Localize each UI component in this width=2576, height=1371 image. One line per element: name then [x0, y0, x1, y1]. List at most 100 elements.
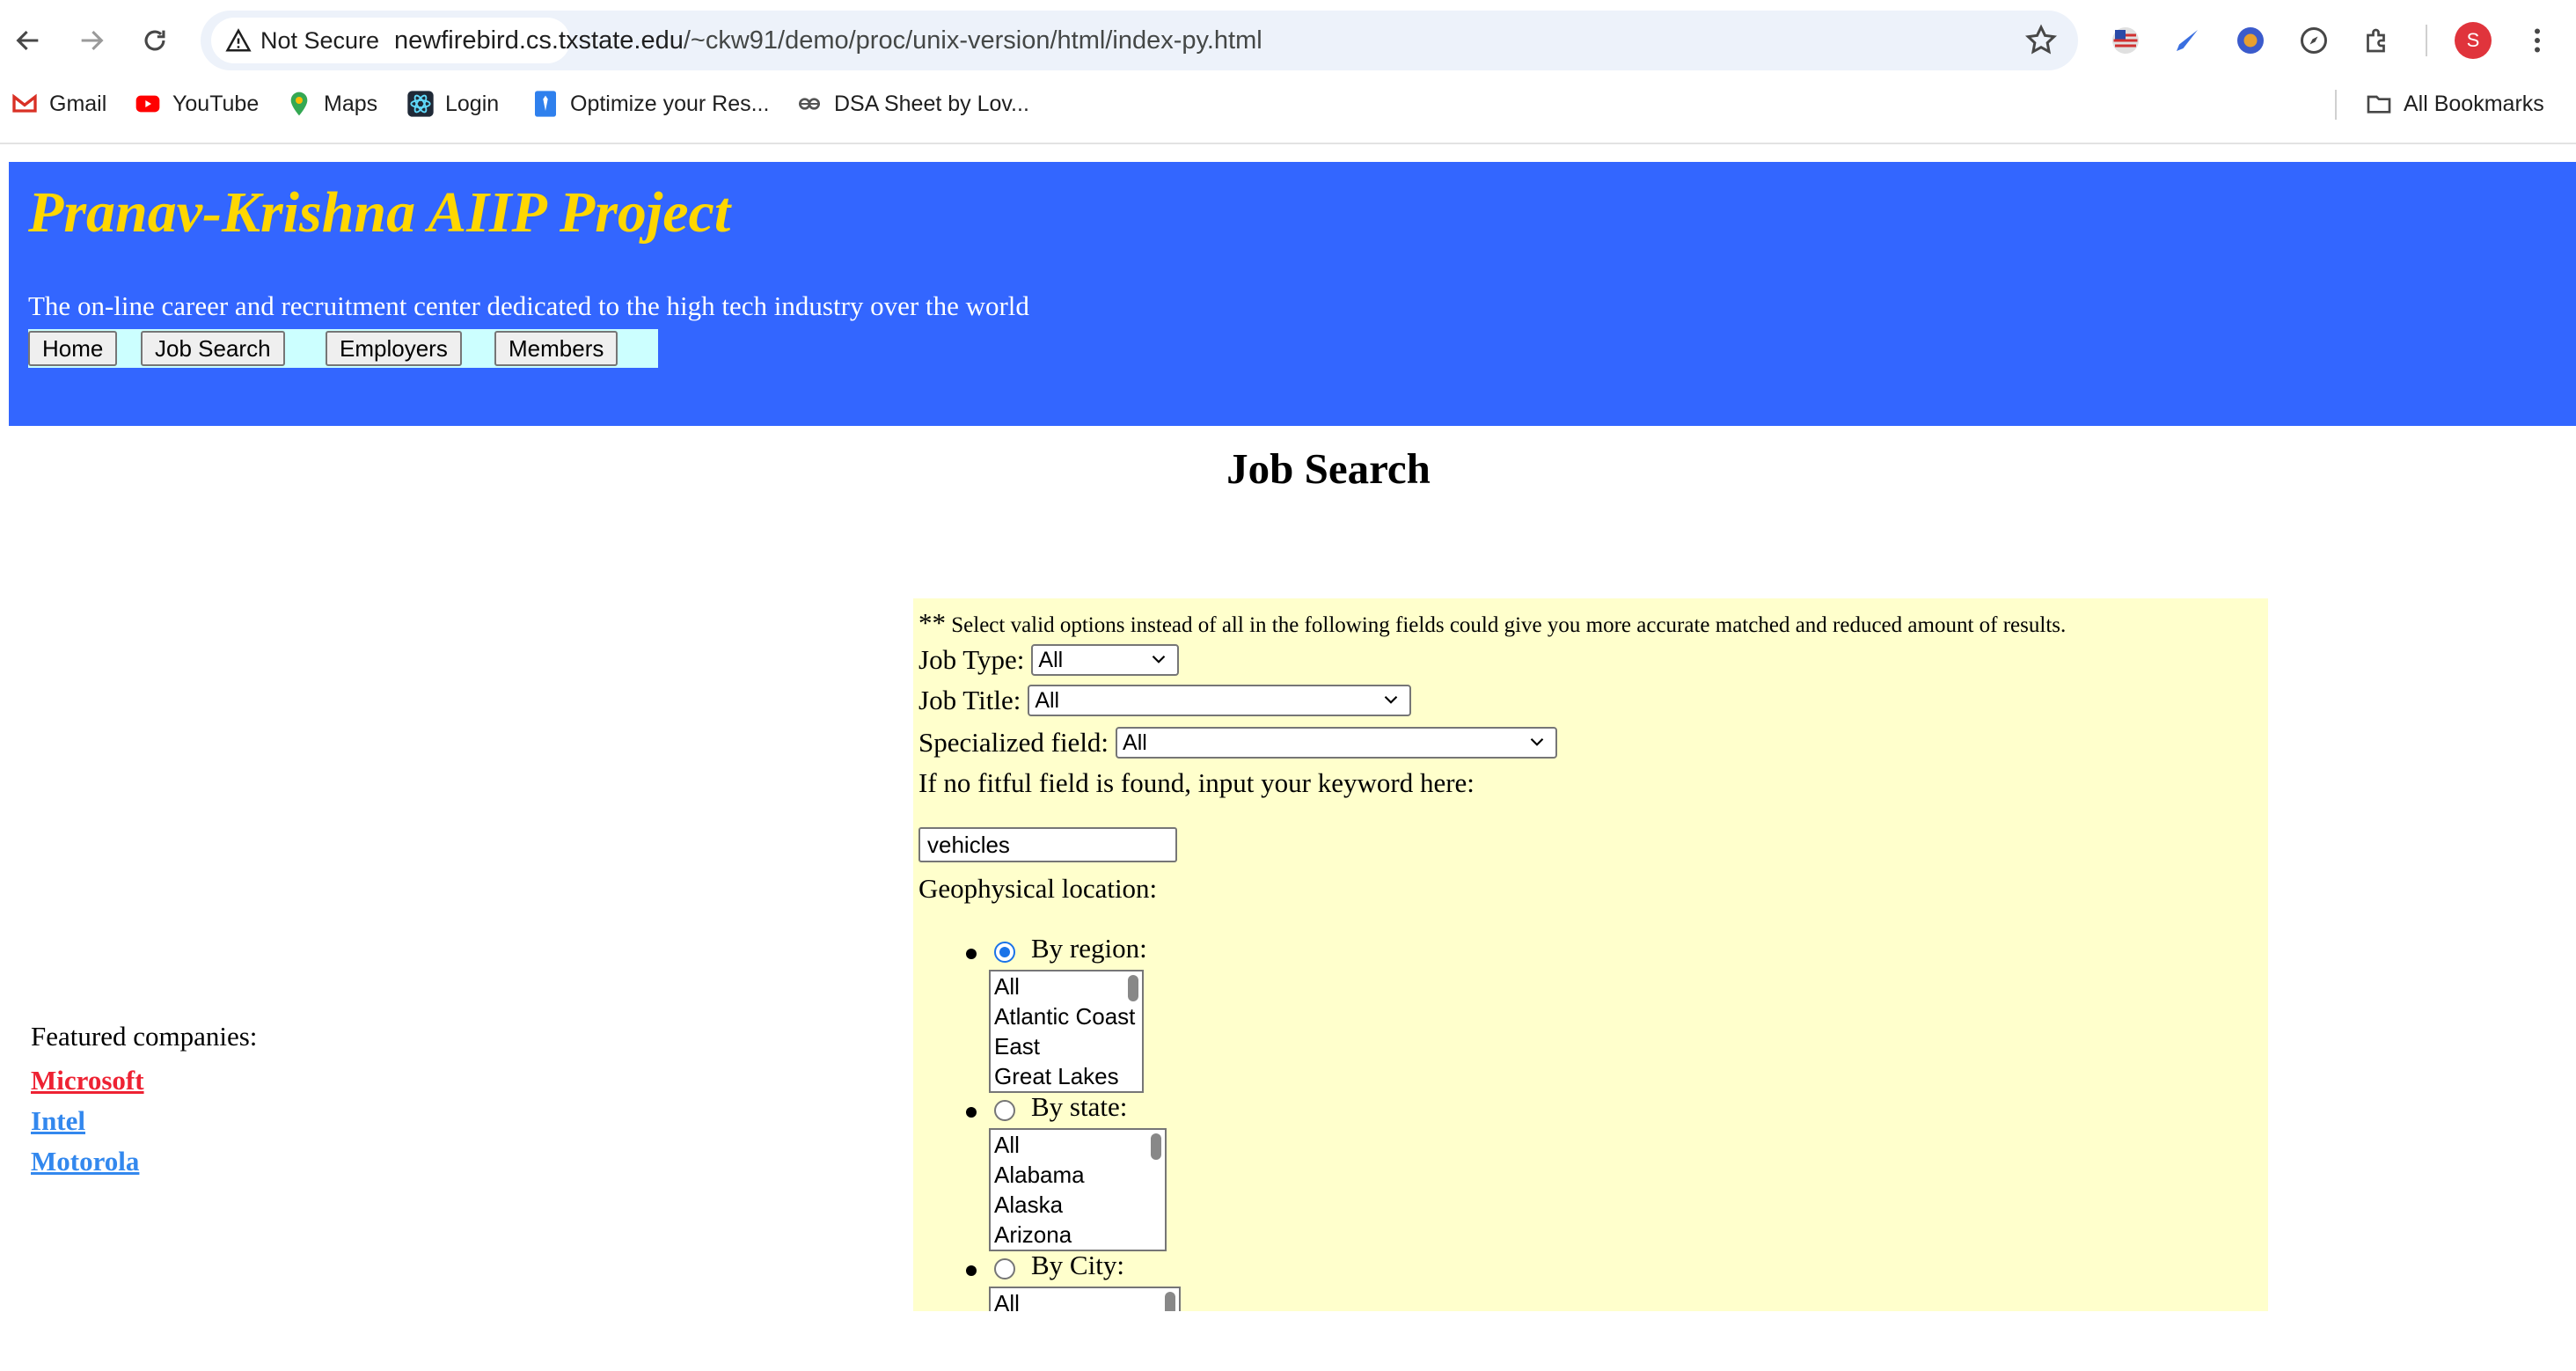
job-title-value: All [1035, 688, 1060, 713]
bookmark-label: DSA Sheet by Lov... [834, 91, 1029, 116]
search-note: ** Select valid options instead of all i… [918, 607, 2066, 639]
state-option[interactable]: Alabama [991, 1160, 1165, 1190]
reload-button[interactable] [134, 19, 176, 62]
company-link-microsoft[interactable]: Microsoft [31, 1063, 257, 1098]
bookmark-optimize-resume[interactable]: Optimize your Res... [531, 81, 769, 127]
nav-employers-button[interactable]: Employers [326, 331, 462, 366]
extension-rocket[interactable] [2168, 21, 2206, 60]
page-heading: Job Search [1226, 444, 1431, 493]
browser-toolbar: Not Secure newfirebird.cs.txstate.edu/~c… [0, 0, 2576, 81]
site-title: Pranav-Krishna AIIP Project [28, 180, 731, 245]
region-option[interactable]: Atlantic Coast [991, 1001, 1142, 1031]
arrow-right-icon [81, 30, 104, 51]
chevron-down-icon [1530, 737, 1544, 746]
address-bar[interactable]: Not Secure newfirebird.cs.txstate.edu/~c… [201, 11, 2078, 70]
region-listbox[interactable]: All Atlantic Coast East Great Lakes [989, 970, 1144, 1093]
nav-home-button[interactable]: Home [28, 331, 118, 366]
bookmark-dsa-sheet[interactable]: DSA Sheet by Lov... [795, 81, 1029, 127]
job-type-row: Job Type: All [918, 644, 1180, 676]
specialized-field-select[interactable]: All [1116, 727, 1558, 759]
bookmarks-bar: Gmail YouTube Maps Login Optimize your R… [0, 81, 2576, 144]
all-bookmarks-label: All Bookmarks [2404, 91, 2544, 116]
specialized-field-value: All [1123, 730, 1147, 755]
job-title-row: Job Title: All [918, 685, 1412, 716]
url-text[interactable]: newfirebird.cs.txstate.edu/~ckw91/demo/p… [394, 11, 1262, 70]
browser-menu-button[interactable] [2518, 21, 2557, 60]
city-listbox[interactable]: All [989, 1287, 1181, 1311]
youtube-icon [135, 95, 160, 113]
url-path: /~ckw91/demo/proc/unix-version/html/inde… [683, 26, 1262, 55]
extension-circle[interactable] [2231, 21, 2270, 60]
note-text: Select valid options instead of all in t… [951, 613, 2067, 637]
region-radio[interactable] [994, 942, 1015, 963]
nav-members-button[interactable]: Members [494, 331, 618, 366]
featured-label: Featured companies: [31, 1021, 258, 1052]
security-label: Not Secure [260, 26, 380, 54]
region-option[interactable]: All [991, 971, 1142, 1001]
site-nav: Home Job Search Employers Members [28, 329, 658, 368]
company-link-intel[interactable]: Intel [31, 1103, 257, 1139]
bookmarks-separator [2335, 90, 2337, 120]
toolbar-separator [2426, 25, 2427, 56]
featured-companies: Featured companies: Microsoft Intel Moto… [31, 1021, 257, 1184]
state-option[interactable]: All [991, 1130, 1165, 1160]
bookmark-label: Login [445, 91, 500, 116]
keyword-prompt: If no fitful field is found, input your … [918, 767, 1475, 799]
list-bullet [966, 949, 977, 959]
state-option[interactable]: Alaska [991, 1190, 1165, 1220]
listbox-scrollbar[interactable] [1151, 1133, 1161, 1160]
maps-pin-icon [290, 92, 308, 116]
company-link-motorola[interactable]: Motorola [31, 1144, 257, 1179]
arrow-left-icon [16, 30, 39, 51]
city-label: By City: [1031, 1250, 1124, 1280]
kebab-menu-icon [2535, 28, 2540, 53]
folder-icon [2367, 95, 2391, 114]
all-bookmarks-button[interactable]: All Bookmarks [2365, 81, 2544, 127]
nav-job-search-button[interactable]: Job Search [141, 331, 285, 366]
rocket-icon [2177, 30, 2198, 51]
extension-flag[interactable] [2106, 21, 2145, 60]
job-type-select[interactable]: All [1031, 644, 1180, 676]
region-label: By region: [1031, 933, 1147, 964]
chevron-down-icon [1385, 695, 1398, 704]
compass-icon [2301, 27, 2327, 54]
city-option[interactable]: All [991, 1288, 1179, 1311]
bookmark-star-icon[interactable] [2023, 23, 2059, 58]
list-bullet [966, 1265, 977, 1276]
bookmark-label: YouTube [172, 91, 260, 116]
job-title-select[interactable]: All [1028, 685, 1412, 716]
job-type-label: Job Type: [918, 644, 1025, 675]
keyword-label: If no fitful field is found, input your … [918, 767, 1475, 798]
region-option[interactable]: East [991, 1031, 1142, 1061]
bookmark-login[interactable]: Login [406, 81, 499, 127]
geo-heading-row: Geophysical location: [918, 873, 1157, 905]
state-label: By state: [1031, 1091, 1128, 1122]
circle-badge-icon [2237, 27, 2264, 54]
keyword-input[interactable]: vehicles [918, 827, 1177, 862]
state-option[interactable]: Arizona [991, 1220, 1165, 1250]
state-radio[interactable] [994, 1100, 1015, 1121]
bookmark-youtube[interactable]: YouTube [134, 81, 259, 127]
city-radio[interactable] [994, 1258, 1015, 1279]
listbox-scrollbar[interactable] [1128, 975, 1138, 1001]
profile-avatar[interactable]: S [2455, 22, 2492, 59]
geo-label: Geophysical location: [918, 873, 1158, 904]
url-host: newfirebird.cs.txstate.edu [394, 26, 684, 55]
listbox-scrollbar[interactable] [1165, 1292, 1175, 1311]
forward-button[interactable] [70, 19, 113, 62]
warning-icon [225, 28, 252, 52]
link-icon [799, 98, 820, 110]
state-listbox[interactable]: All Alabama Alaska Arizona [989, 1128, 1167, 1251]
specialized-field-row: Specialized field: All [918, 727, 1558, 759]
list-bullet [966, 1107, 977, 1118]
region-option[interactable]: Great Lakes [991, 1061, 1142, 1091]
site-tagline: The on-line career and recruitment cente… [28, 290, 1029, 321]
extension-compass[interactable] [2294, 21, 2333, 60]
bookmark-maps[interactable]: Maps [285, 81, 377, 127]
tie-icon [535, 91, 556, 117]
bookmark-gmail[interactable]: Gmail [11, 81, 106, 127]
bookmark-label: Maps [324, 91, 378, 116]
extensions-button[interactable] [2358, 21, 2397, 60]
react-icon [407, 91, 434, 117]
back-button[interactable] [7, 19, 49, 62]
